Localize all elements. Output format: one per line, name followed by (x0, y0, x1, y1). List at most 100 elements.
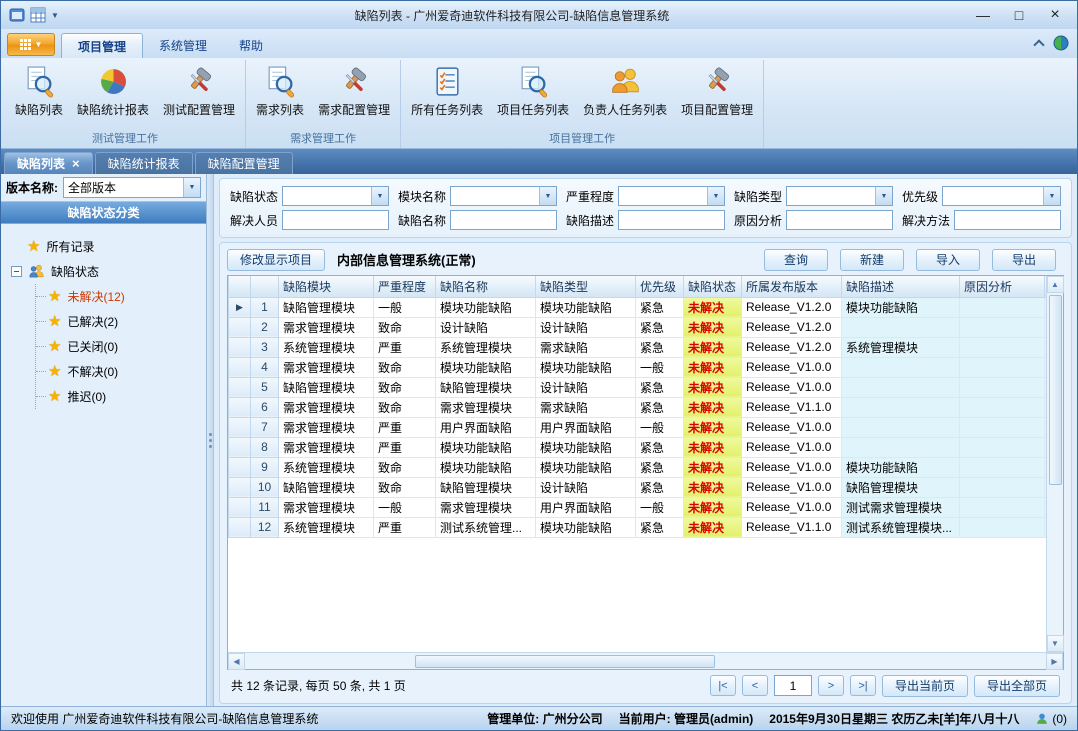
grid-cell[interactable]: 紧急 (636, 317, 684, 337)
tree-item-all-records[interactable]: ★ 所有记录 (11, 234, 202, 259)
column-header[interactable]: 缺陷名称 (436, 276, 536, 297)
tree-item-closed[interactable]: ★ 已关闭(0) (36, 334, 202, 359)
next-page-button[interactable]: > (818, 675, 844, 696)
tree-item-postponed[interactable]: ★ 推迟(0) (36, 384, 202, 409)
grid-cell[interactable]: 需求管理模块 (279, 497, 374, 517)
grid-cell[interactable]: Release_V1.0.0 (742, 377, 842, 397)
resolver-input[interactable] (282, 210, 389, 230)
grid-cell[interactable] (960, 497, 1045, 517)
new-button[interactable]: 新建 (840, 249, 904, 271)
cause-analysis-input[interactable] (786, 210, 893, 230)
severity-select[interactable]: ▼ (618, 186, 725, 206)
export-all-pages-button[interactable]: 导出全部页 (974, 675, 1060, 697)
first-page-button[interactable]: |< (710, 675, 736, 696)
grid-cell[interactable]: Release_V1.0.0 (742, 437, 842, 457)
grid-cell[interactable] (842, 397, 960, 417)
grid-cell[interactable] (842, 437, 960, 457)
grid-cell[interactable]: 需求管理模块 (436, 497, 536, 517)
grid-cell[interactable]: 测试系统管理模块... (842, 517, 960, 537)
grid-cell[interactable] (842, 357, 960, 377)
module-name-select[interactable]: ▼ (450, 186, 557, 206)
grid-cell[interactable]: 2 (251, 317, 279, 337)
grid-cell[interactable]: 未解决 (684, 317, 742, 337)
grid-cell[interactable]: 缺陷管理模块 (436, 377, 536, 397)
chevron-down-icon[interactable]: ▼ (707, 187, 724, 205)
grid-cell[interactable]: 致命 (374, 477, 436, 497)
grid-cell[interactable]: 紧急 (636, 457, 684, 477)
table-row[interactable]: 5缺陷管理模块致命缺陷管理模块设计缺陷紧急未解决Release_V1.0.0 (229, 377, 1047, 397)
table-row[interactable]: 4需求管理模块致命模块功能缺陷模块功能缺陷一般未解决Release_V1.0.0 (229, 357, 1047, 377)
grid-cell[interactable]: ▶ (229, 297, 251, 317)
grid-cell[interactable]: 模块功能缺陷 (536, 457, 636, 477)
grid-cell[interactable]: 需求管理模块 (279, 317, 374, 337)
grid-cell[interactable]: Release_V1.2.0 (742, 317, 842, 337)
grid-cell[interactable] (229, 517, 251, 537)
grid-cell[interactable]: 一般 (636, 417, 684, 437)
grid-cell[interactable]: 严重 (374, 437, 436, 457)
grid-cell[interactable] (229, 497, 251, 517)
grid-cell[interactable] (229, 377, 251, 397)
import-button[interactable]: 导入 (916, 249, 980, 271)
defect-status-select[interactable]: ▼ (282, 186, 389, 206)
chevron-down-icon[interactable]: ▼ (875, 187, 892, 205)
grid-cell[interactable]: 模块功能缺陷 (436, 297, 536, 317)
grid-cell[interactable] (960, 397, 1045, 417)
grid-cell[interactable] (960, 437, 1045, 457)
ribbon-item-requirement-config[interactable]: 需求配置管理 (311, 61, 397, 120)
collapse-icon[interactable] (11, 266, 22, 277)
grid-cell[interactable]: 未解决 (684, 477, 742, 497)
grid-cell[interactable]: 一般 (374, 297, 436, 317)
tree-item-resolved[interactable]: ★ 已解决(2) (36, 309, 202, 334)
scroll-up-icon[interactable]: ▲ (1047, 276, 1064, 293)
tab-system-management[interactable]: 系统管理 (143, 33, 223, 58)
grid-cell[interactable] (229, 457, 251, 477)
doc-tab-defect-config[interactable]: 缺陷配置管理 (195, 152, 293, 174)
column-header[interactable]: 缺陷描述 (842, 276, 960, 297)
grid-cell[interactable]: 模块功能缺陷 (436, 357, 536, 377)
grid-cell[interactable]: 紧急 (636, 397, 684, 417)
prev-page-button[interactable]: < (742, 675, 768, 696)
ribbon-item-defect-list[interactable]: 缺陷列表 (8, 61, 70, 120)
grid-cell[interactable]: 设计缺陷 (436, 317, 536, 337)
table-row[interactable]: 10缺陷管理模块致命缺陷管理模块设计缺陷紧急未解决Release_V1.0.0缺… (229, 477, 1047, 497)
grid-cell[interactable] (960, 377, 1045, 397)
grid-cell[interactable]: Release_V1.0.0 (742, 417, 842, 437)
grid-cell[interactable] (229, 417, 251, 437)
grid-cell[interactable]: 4 (251, 357, 279, 377)
grid-cell[interactable]: 缺陷管理模块 (279, 477, 374, 497)
grid-cell[interactable]: 模块功能缺陷 (536, 357, 636, 377)
grid-cell[interactable]: 未解决 (684, 517, 742, 537)
grid-cell[interactable]: 测试系统管理... (436, 517, 536, 537)
grid-cell[interactable]: Release_V1.0.0 (742, 497, 842, 517)
grid-cell[interactable]: 未解决 (684, 297, 742, 317)
ribbon-item-project-config[interactable]: 项目配置管理 (674, 61, 760, 120)
grid-cell[interactable]: Release_V1.0.0 (742, 457, 842, 477)
grid-cell[interactable]: 紧急 (636, 517, 684, 537)
ribbon-item-defect-report[interactable]: 缺陷统计报表 (70, 61, 156, 120)
column-header[interactable]: 缺陷类型 (536, 276, 636, 297)
grid-cell[interactable] (960, 477, 1045, 497)
grid-cell[interactable]: 缺陷管理模块 (279, 377, 374, 397)
grid-cell[interactable]: 一般 (636, 497, 684, 517)
chevron-down-icon[interactable]: ▼ (51, 11, 59, 20)
table-icon[interactable] (30, 7, 46, 23)
grid-cell[interactable]: 未解决 (684, 357, 742, 377)
grid-cell[interactable]: Release_V1.2.0 (742, 297, 842, 317)
grid-cell[interactable]: 7 (251, 417, 279, 437)
tab-help[interactable]: 帮助 (223, 33, 279, 58)
table-row[interactable]: 6需求管理模块致命需求管理模块需求缺陷紧急未解决Release_V1.1.0 (229, 397, 1047, 417)
table-row[interactable]: 12系统管理模块严重测试系统管理...模块功能缺陷紧急未解决Release_V1… (229, 517, 1047, 537)
table-row[interactable]: ▶1缺陷管理模块一般模块功能缺陷模块功能缺陷紧急未解决Release_V1.2.… (229, 297, 1047, 317)
grid-cell[interactable]: 设计缺陷 (536, 377, 636, 397)
grid-cell[interactable] (229, 397, 251, 417)
table-row[interactable]: 11需求管理模块一般需求管理模块用户界面缺陷一般未解决Release_V1.0.… (229, 497, 1047, 517)
column-header[interactable]: 原因分析 (960, 276, 1045, 297)
grid-cell[interactable]: 系统管理模块 (279, 337, 374, 357)
grid-cell[interactable]: 需求缺陷 (536, 397, 636, 417)
grid-cell[interactable]: 紧急 (636, 377, 684, 397)
grid-cell[interactable]: 未解决 (684, 337, 742, 357)
grid-cell[interactable]: 用户界面缺陷 (536, 497, 636, 517)
page-number-input[interactable] (774, 675, 812, 696)
grid-cell[interactable]: 需求管理模块 (279, 357, 374, 377)
grid-cell[interactable]: 紧急 (636, 437, 684, 457)
